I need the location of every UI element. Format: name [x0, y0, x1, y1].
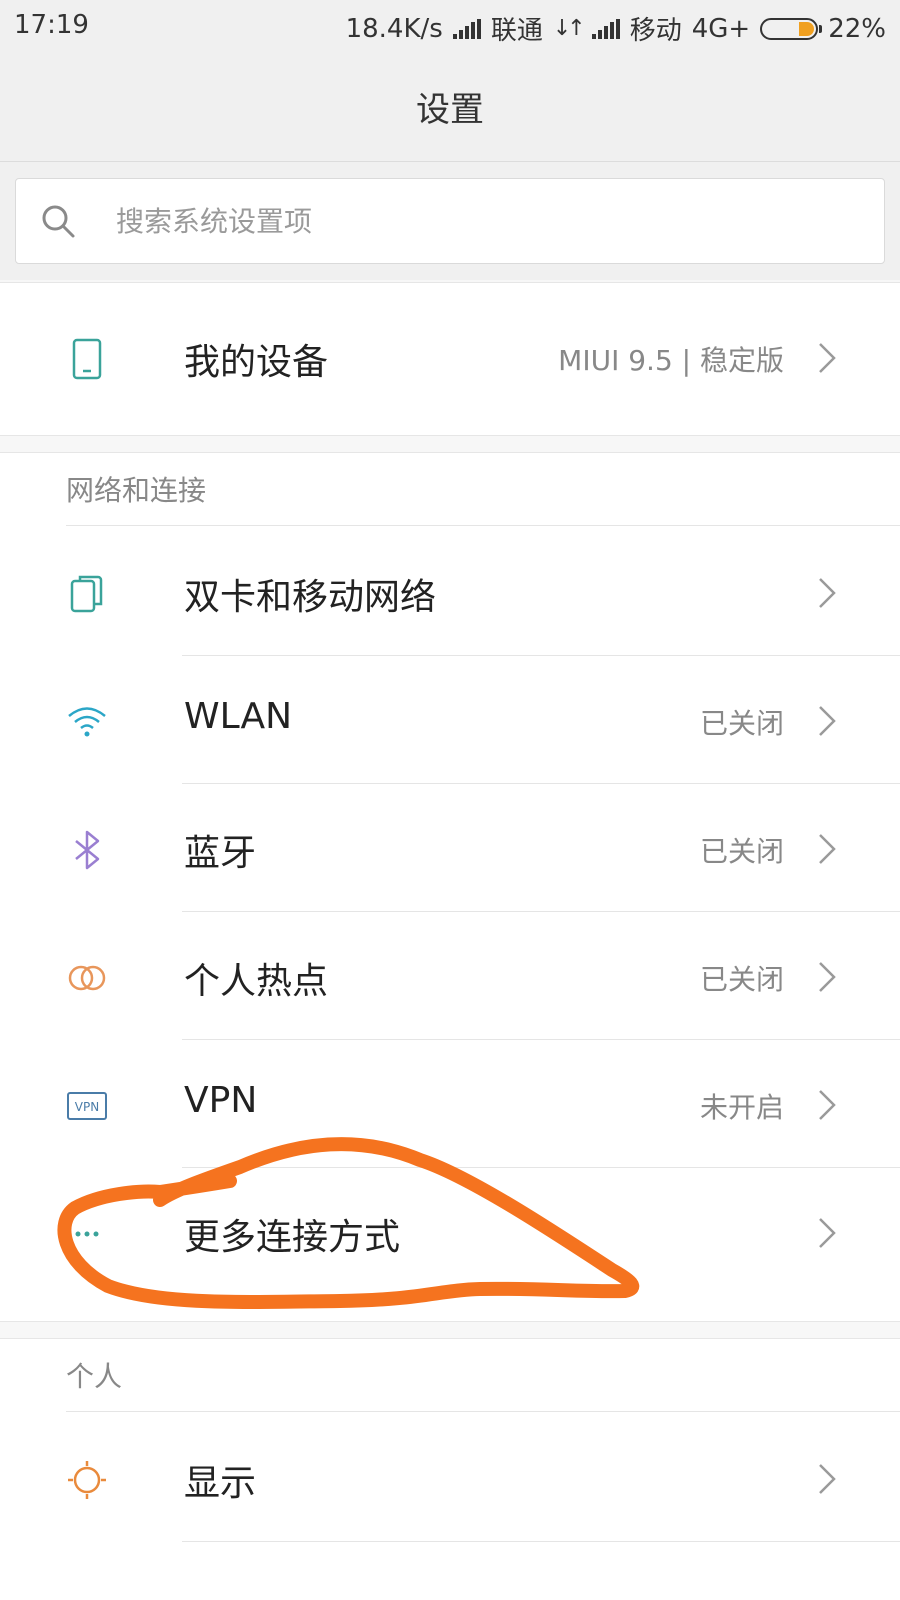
- bluetooth-icon: [75, 830, 100, 870]
- item-label: VPN: [184, 1080, 258, 1121]
- chevron-right-icon: [819, 343, 836, 373]
- display-icon: [68, 1461, 106, 1499]
- svg-text:VPN: VPN: [75, 1100, 99, 1114]
- status-right: 18.4K/s 联通 ↓↑ 移动 4G+ 22%: [346, 10, 886, 47]
- item-label: 双卡和移动网络: [184, 577, 437, 618]
- page-title: 设置: [416, 90, 484, 130]
- network-item-wlan[interactable]: WLAN 已关闭: [0, 654, 900, 784]
- hotspot-icon: [68, 965, 106, 991]
- section-header-network: 网络和连接: [66, 474, 207, 507]
- item-value: 已关闭: [699, 963, 784, 996]
- item-label: 蓝牙: [184, 833, 257, 874]
- search-area: [0, 162, 900, 280]
- search-box[interactable]: [15, 178, 885, 264]
- net-speed: 18.4K/s: [345, 13, 443, 44]
- chevron-right-icon: [819, 1464, 836, 1494]
- network-section: 网络和连接 双卡和移动网络 WLAN 已关闭 蓝牙 已关闭 个人热点 已关闭 V…: [0, 452, 900, 1322]
- wifi-icon: [68, 707, 106, 737]
- my-device-item[interactable]: 我的设备 MIUI 9.5 | 稳定版: [0, 291, 900, 421]
- chevron-right-icon: [819, 962, 836, 992]
- more-icon: [75, 1231, 99, 1237]
- network-item-more-connections[interactable]: 更多连接方式: [0, 1166, 900, 1296]
- device-section: 我的设备 MIUI 9.5 | 稳定版: [0, 282, 900, 436]
- network-item-hotspot[interactable]: 个人热点 已关闭: [0, 910, 900, 1040]
- item-value: 未开启: [699, 1091, 784, 1124]
- status-time: 17:19: [14, 10, 89, 40]
- vpn-icon: VPN: [67, 1092, 107, 1120]
- network-item-dual-sim[interactable]: 双卡和移动网络: [0, 526, 900, 656]
- dual-sim-icon: [70, 575, 103, 613]
- chevron-right-icon: [819, 1218, 836, 1248]
- my-device-label: 我的设备: [184, 342, 329, 383]
- chevron-right-icon: [819, 706, 836, 736]
- network-item-bluetooth[interactable]: 蓝牙 已关闭: [0, 782, 900, 912]
- title-bar: 设置: [0, 52, 900, 162]
- phone-icon: [72, 338, 102, 380]
- item-label: WLAN: [184, 696, 293, 737]
- personal-item-display[interactable]: 显示: [0, 1412, 900, 1542]
- signal-icon: [591, 18, 620, 39]
- search-icon: [42, 205, 75, 238]
- section-header-personal: 个人: [66, 1360, 123, 1393]
- carrier-1: 联通: [490, 16, 543, 46]
- battery-percent: 22%: [828, 13, 886, 44]
- my-device-version: MIUI 9.5 | 稳定版: [558, 344, 784, 377]
- carrier-2: 移动: [629, 16, 682, 46]
- search-input[interactable]: [116, 179, 856, 263]
- item-label: 个人热点: [184, 961, 329, 1002]
- item-value: 已关闭: [699, 707, 784, 740]
- network-type: 4G+: [691, 13, 751, 44]
- data-transfer-icon: ↓↑: [552, 16, 586, 41]
- chevron-right-icon: [819, 834, 836, 864]
- battery-icon: [760, 17, 823, 40]
- personal-section: 个人 显示: [0, 1338, 900, 1600]
- item-label: 显示: [184, 1463, 257, 1504]
- item-value: 已关闭: [699, 835, 784, 868]
- signal-icon: [452, 18, 481, 39]
- chevron-right-icon: [819, 578, 836, 608]
- divider: [182, 1541, 900, 1542]
- status-bar: 17:19 18.4K/s 联通 ↓↑ 移动 4G+ 22%: [0, 0, 900, 52]
- item-label: 更多连接方式: [184, 1217, 401, 1258]
- chevron-right-icon: [819, 1090, 836, 1120]
- network-item-vpn[interactable]: VPN VPN 未开启: [0, 1038, 900, 1168]
